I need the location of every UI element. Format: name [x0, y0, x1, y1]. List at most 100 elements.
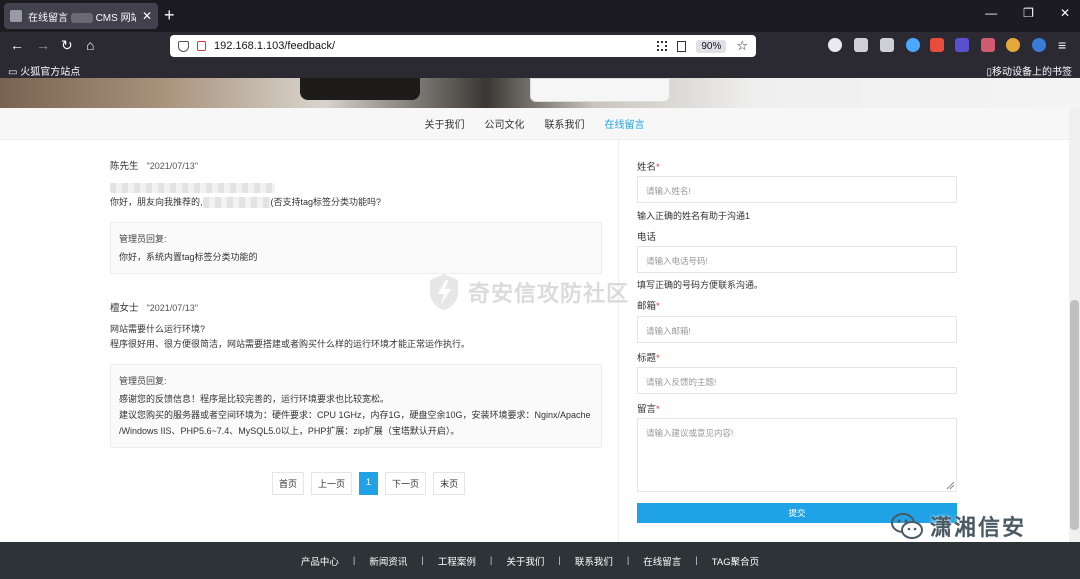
footer-link-feedback[interactable]: 在线留言 — [643, 554, 681, 568]
back-icon[interactable]: ← — [10, 37, 24, 53]
message-text-line: 程序很好用、很方便很简洁，网站需要搭建或者购买什么样的运行环境才能正常运作执行。 — [110, 339, 471, 349]
message-body: 网站需要什么运行环境? 程序很好用、很方便很简洁，网站需要搭建或者购买什么样的运… — [110, 322, 602, 352]
redacted-text — [110, 182, 275, 193]
nav-feedback[interactable]: 在线留言 — [605, 116, 645, 131]
page-current-button[interactable]: 1 — [359, 472, 379, 495]
footer-link-about[interactable]: 关于我们 — [506, 554, 544, 568]
zoom-level-badge[interactable]: 90% — [696, 39, 727, 53]
account-icon[interactable] — [828, 38, 842, 52]
footer-separator: | — [558, 555, 561, 566]
message-label: 留言* — [637, 404, 660, 415]
ia-extension-icon[interactable] — [955, 38, 969, 52]
column-divider — [618, 140, 619, 542]
window-controls: — ❐ ✕ — [985, 6, 1070, 20]
bookmarks-bar: ▭ 火狐官方站点 ▯移动设备上的书签 — [0, 60, 1080, 78]
cookie-extension-icon[interactable] — [1006, 38, 1020, 52]
page-first-button[interactable]: 首页 — [272, 472, 305, 495]
name-input[interactable]: 请输入姓名! — [637, 176, 957, 203]
name-help: 输入正确的姓名有助于沟通1 — [637, 211, 751, 221]
new-tab-button[interactable]: + — [164, 5, 175, 26]
reply-text-line: 感谢您的反馈信息！程序是比较完善的，运行环境要求也比较宽松。 — [119, 394, 390, 404]
reader-view-icon[interactable] — [677, 40, 687, 52]
resize-handle-icon[interactable] — [945, 480, 955, 490]
footer-link-cases[interactable]: 工程案例 — [438, 554, 476, 568]
phone-input[interactable]: 请输入电话号码! — [637, 246, 957, 273]
reply-label: 管理员回复: — [119, 234, 167, 244]
subject-label: 标题* — [637, 353, 660, 364]
message-body: 你好，朋友向我推荐的, (否支持tag标签分类功能吗? — [110, 180, 602, 210]
page-prev-button[interactable]: 上一页 — [311, 472, 353, 495]
message-textarea[interactable]: 请输入建议或意见内容! — [637, 418, 957, 492]
footer-separator: | — [352, 555, 356, 566]
banner-keyboard-shape — [530, 78, 670, 102]
site-footer: 产品中心 | 新闻资讯 | 工程案例 | 关于我们 | 联系我们 | 在线留言 … — [0, 542, 1080, 579]
reply-label: 管理员回复: — [119, 376, 167, 386]
menu-icon[interactable]: ≡ — [1058, 37, 1066, 53]
close-window-icon[interactable]: ✕ — [1060, 6, 1070, 20]
address-bar[interactable]: 192.168.1.103/feedback/ 90% ☆ — [170, 35, 756, 57]
footer-link-tags[interactable]: TAG聚合页 — [712, 554, 759, 568]
brand-text: 潇湘信安 — [930, 515, 1027, 540]
message-author: 陈先生 — [110, 161, 139, 172]
page-last-button[interactable]: 末页 — [433, 472, 466, 495]
scrollbar-thumb[interactable] — [1070, 300, 1079, 530]
reply-text-line: /Windows IIS、PHP5.6~7.4、MySQL5.0以上，PHP扩展… — [119, 426, 460, 436]
brand-watermark: 潇湘信安 — [890, 510, 1026, 542]
bookmark-mobile[interactable]: ▯移动设备上的书签 — [986, 63, 1072, 78]
redacted-text — [70, 12, 93, 23]
email-input[interactable]: 请输入邮箱! — [637, 316, 957, 343]
reply-text: 你好，系统内置tag标签分类功能的 — [119, 252, 258, 262]
footer-link-contact[interactable]: 联系我们 — [575, 554, 613, 568]
nav-contact[interactable]: 联系我们 — [545, 116, 585, 131]
footer-separator: | — [695, 555, 698, 566]
email-label: 邮箱* — [637, 301, 660, 312]
admin-reply: 管理员回复: 感谢您的反馈信息！程序是比较完善的，运行环境要求也比较宽松。 建议… — [110, 364, 602, 448]
reply-text-line: 建议您购买的服务器或者空间环境为：硬件要求：CPU 1GHz，内存1G，硬盘空余… — [119, 410, 591, 420]
footer-link-news[interactable]: 新闻资讯 — [369, 554, 407, 568]
bookmark-firefox-site[interactable]: ▭ 火狐官方站点 — [8, 63, 80, 78]
restore-icon[interactable]: ❐ — [1023, 6, 1034, 20]
main-nav: 关于我们 公司文化 联系我们 在线留言 — [0, 108, 1069, 140]
globe-extension-icon[interactable] — [1032, 38, 1046, 52]
admin-reply: 管理员回复: 你好，系统内置tag标签分类功能的 — [110, 222, 602, 274]
subject-input[interactable]: 请输入反馈的主题! — [637, 367, 957, 394]
insecure-lock-icon[interactable] — [197, 41, 206, 51]
url-text[interactable]: 192.168.1.103/feedback/ — [214, 40, 657, 52]
footer-separator: | — [421, 555, 424, 566]
extension-icon[interactable] — [981, 38, 995, 52]
wechat-icon — [891, 513, 923, 539]
home-icon[interactable]: ⌂ — [86, 37, 94, 53]
reload-icon[interactable]: ↻ — [61, 37, 73, 54]
browser-toolbar: ← → ↻ ⌂ 192.168.1.103/feedback/ 90% ☆ ≡ — [0, 32, 1080, 60]
pagination: 首页 上一页 1 下一页 末页 — [272, 472, 466, 495]
message-date: "2021/07/13" — [146, 161, 198, 171]
forward-icon[interactable]: → — [36, 37, 50, 53]
bookmark-star-icon[interactable]: ☆ — [736, 38, 748, 54]
extension-circle-icon[interactable] — [906, 38, 920, 52]
footer-separator: | — [626, 555, 630, 566]
page-favicon-icon — [10, 10, 22, 22]
undo-icon[interactable] — [880, 38, 894, 52]
name-label: 姓名* — [637, 162, 660, 173]
page-next-button[interactable]: 下一页 — [385, 472, 427, 495]
tab-title: 在线留言 CMS 网站管理 — [28, 12, 136, 24]
message-item: 檀女士 "2021/07/13" 网站需要什么运行环境? 程序很好用、很方便很简… — [110, 300, 602, 448]
watermark-text: 奇安信攻防社区 — [468, 281, 630, 306]
nav-about[interactable]: 关于我们 — [425, 116, 465, 131]
qr-code-icon[interactable] — [657, 41, 668, 51]
shield-icon[interactable] — [178, 40, 189, 52]
watermark-bolt-icon — [430, 274, 458, 310]
nav-culture[interactable]: 公司文化 — [485, 116, 525, 131]
phone-help: 填写正确的号码方便联系沟通。 — [637, 280, 764, 290]
crop-icon[interactable] — [854, 38, 868, 52]
watermark: 奇安信攻防社区 — [426, 272, 629, 312]
footer-separator: | — [489, 555, 493, 566]
hero-banner-image — [0, 78, 1080, 108]
close-tab-icon[interactable]: ✕ — [142, 9, 152, 23]
minimize-icon[interactable]: — — [985, 6, 997, 20]
browser-tab[interactable]: 在线留言 CMS 网站管理 ✕ — [4, 3, 158, 29]
message-item: 陈先生 "2021/07/13" 你好，朋友向我推荐的, (否支持tag标签分类功… — [110, 158, 602, 274]
video-extension-icon[interactable] — [930, 38, 944, 52]
message-text-line: 网站需要什么运行环境? — [110, 324, 206, 334]
footer-link-products[interactable]: 产品中心 — [301, 554, 339, 568]
